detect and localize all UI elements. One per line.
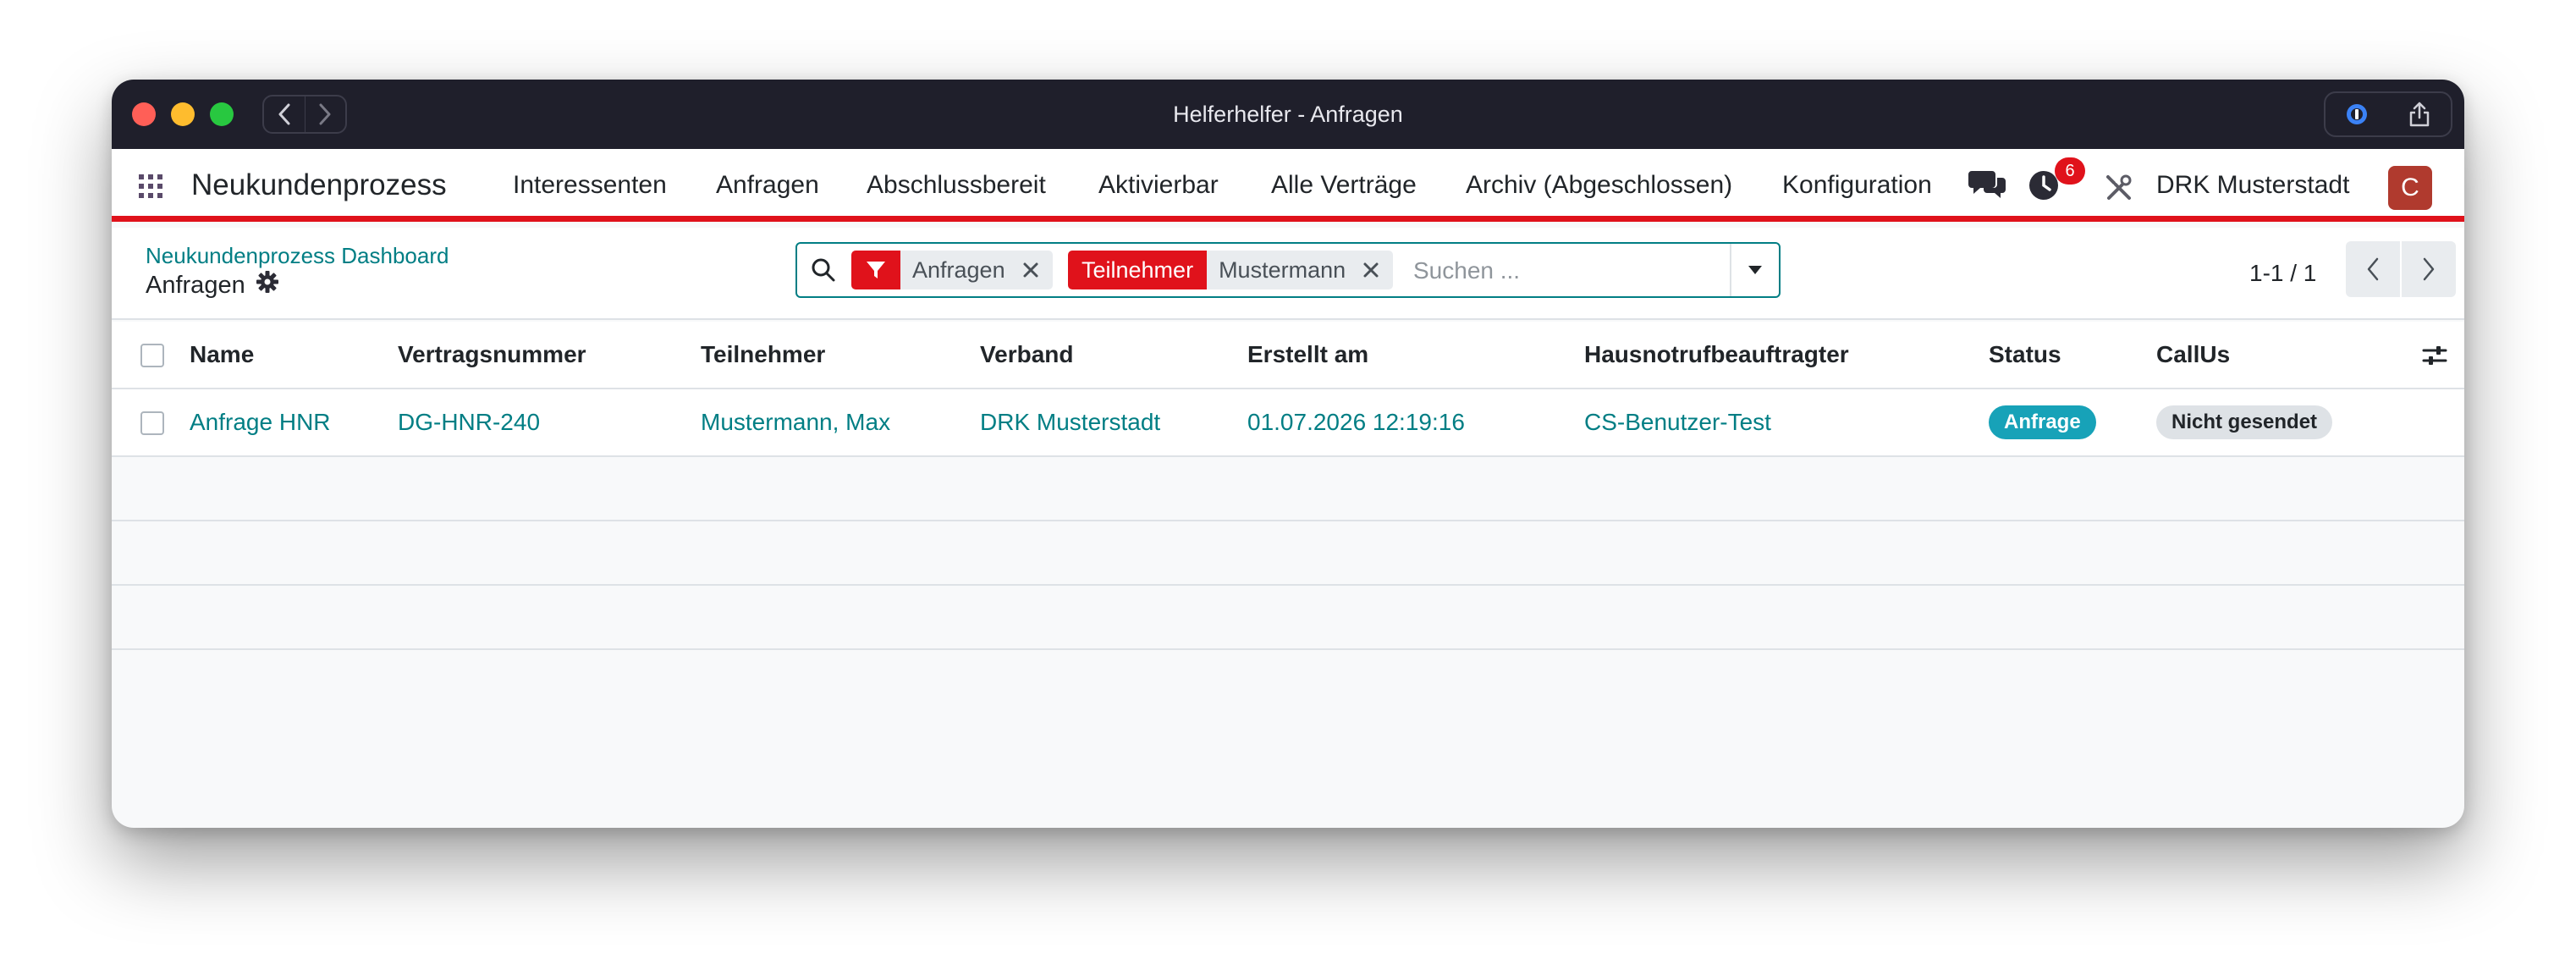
menu-item-archiv[interactable]: Archiv (Abgeschlossen) [1466,149,1732,222]
cell-erstellt-am[interactable]: 01.07.2026 12:19:16 [1247,389,1465,455]
user-avatar[interactable]: C [2388,166,2432,210]
caret-down-icon [1748,266,1762,274]
menu-item-aktivierbar[interactable]: Aktivierbar [1098,149,1219,222]
cell-vertragsnummer[interactable]: DG-HNR-240 [398,389,540,455]
activity-count-badge: 6 [2055,157,2085,185]
share-button[interactable] [2388,93,2451,135]
field-facet-value: Mustermann [1207,251,1358,289]
gear-icon [256,271,278,293]
search-facet-filter: Anfragen [851,251,1053,289]
remove-teilnehmer-facet-button[interactable] [1357,251,1394,289]
column-header-teilnehmer[interactable]: Teilnehmer [701,322,825,388]
field-facet-label: Teilnehmer [1068,251,1208,289]
debug-tools-button[interactable] [2105,174,2133,206]
menu-item-alle-vertraege[interactable]: Alle Verträge [1271,149,1417,222]
menu-item-konfiguration[interactable]: Konfiguration [1782,149,1932,222]
column-header-hausnotrufbeauftragter[interactable]: Hausnotrufbeauftragter [1584,322,1849,388]
cell-callus: Nicht gesendet [2156,389,2333,455]
menu-item-interessenten[interactable]: Interessenten [513,149,667,222]
callus-badge: Nicht gesendet [2156,405,2333,439]
search-bar: Anfragen Teilnehmer Mustermann [795,242,1781,298]
chevron-left-icon [2367,257,2379,281]
pager-previous-button[interactable] [2346,241,2400,297]
empty-row [112,521,2464,586]
filter-facet-value: Anfragen [900,251,1017,289]
chat-bubbles-icon [1968,171,2006,198]
column-header-verband[interactable]: Verband [980,322,1073,388]
share-icon [2409,102,2430,127]
menu-item-anfragen[interactable]: Anfragen [716,149,819,222]
cell-status: Anfrage [1989,389,2096,455]
breadcrumb-parent-link[interactable]: Neukundenprozess Dashboard [146,243,449,269]
cell-name[interactable]: Anfrage HNR [190,389,331,455]
search-facet-teilnehmer: Teilnehmer Mustermann [1068,251,1394,289]
search-options-toggle[interactable] [1730,244,1779,296]
main-navbar: Neukundenprozess Interessenten Anfragen … [112,149,2464,222]
chevron-right-icon [2423,257,2435,281]
search-button[interactable] [811,257,836,287]
company-switcher[interactable]: DRK Musterstadt [2156,149,2349,222]
titlebar-actions [2324,91,2452,137]
apps-grid-icon [139,174,162,198]
cell-hausnotrufbeauftragter[interactable]: CS-Benutzer-Test [1584,389,1771,455]
column-header-callus[interactable]: CallUs [2156,322,2230,388]
sliders-icon [2422,346,2447,365]
discuss-button[interactable] [1968,168,2007,206]
tools-icon [2106,174,2132,200]
cell-verband[interactable]: DRK Musterstadt [980,389,1160,455]
password-manager-button[interactable] [2326,93,2388,135]
pager-value[interactable]: 1-1 / 1 [2249,260,2316,287]
close-icon [1023,262,1038,278]
empty-row [112,586,2464,650]
menu-item-abschlussbereit[interactable]: Abschlussbereit [867,149,1046,222]
list-table: Name Vertragsnummer Teilnehmer Verband E… [112,322,2464,650]
filter-icon [867,262,885,278]
app-brand[interactable]: Neukundenprozess [191,149,447,222]
table-row[interactable]: Anfrage HNR DG-HNR-240 Mustermann, Max D… [112,389,2464,457]
row-select-checkbox[interactable] [140,411,164,435]
pager-next-button[interactable] [2402,241,2456,297]
password-manager-icon [2347,104,2367,124]
column-header-status[interactable]: Status [1989,322,2061,388]
apps-menu-button[interactable] [139,174,162,202]
breadcrumb-current-label: Anfragen [146,271,245,299]
control-panel: Neukundenprozess Dashboard Anfragen Anfr… [112,228,2464,320]
column-header-name[interactable]: Name [190,322,254,388]
title-bar: Helferhelfer - Anfragen [112,80,2464,149]
optional-columns-toggle[interactable] [2422,344,2447,372]
window-title: Helferhelfer - Anfragen [1173,101,1403,127]
column-header-vertragsnummer[interactable]: Vertragsnummer [398,322,586,388]
cell-teilnehmer[interactable]: Mustermann, Max [701,389,890,455]
breadcrumb-current: Anfragen [146,270,279,300]
table-header: Name Vertragsnummer Teilnehmer Verband E… [112,322,2464,389]
search-icon [812,258,835,282]
select-all-checkbox[interactable] [140,344,164,367]
app-window: Helferhelfer - Anfragen Neukundenprozess… [112,80,2464,828]
empty-row [112,457,2464,521]
status-badge: Anfrage [1989,405,2096,439]
remove-filter-facet-button[interactable] [1016,251,1053,289]
column-header-erstellt-am[interactable]: Erstellt am [1247,322,1368,388]
filter-facet-icon [851,251,900,289]
search-input[interactable] [1413,252,1726,289]
close-icon [1363,262,1379,278]
actions-gear-button[interactable] [256,270,279,300]
